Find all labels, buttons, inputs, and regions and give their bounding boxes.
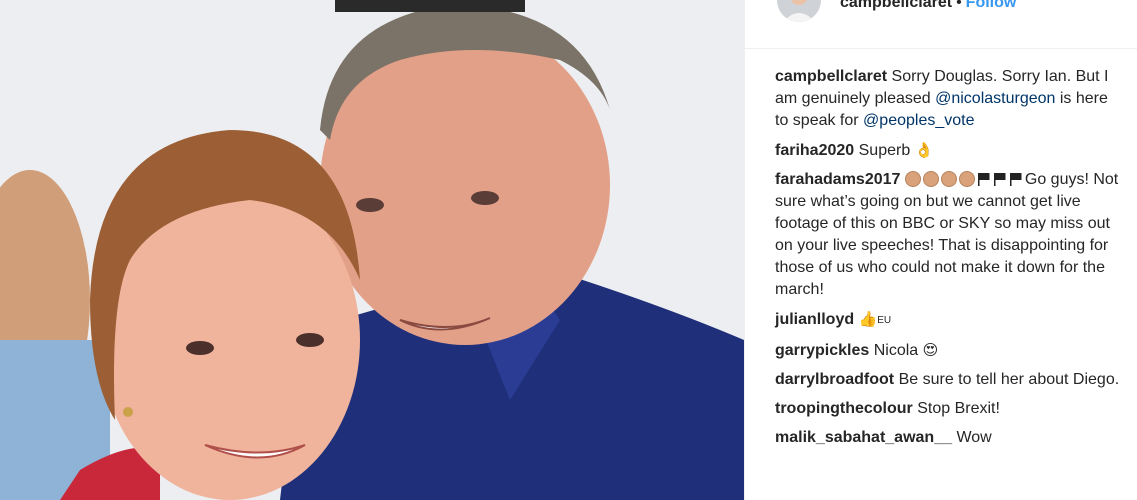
comment-text: Wow — [956, 429, 992, 446]
comment-username[interactable]: troopingthecolour — [775, 400, 913, 417]
mention-link[interactable]: @peoples_vote — [863, 112, 974, 129]
comment-emoji-group — [904, 171, 1025, 188]
comment-item: farahadams2017 Go guys! Not sure what’s … — [775, 169, 1125, 301]
comment-item: campbellclaret Sorry Douglas. Sorry Ian.… — [775, 66, 1125, 132]
comment-username[interactable]: malik_sabahat_awan__ — [775, 429, 952, 446]
post-header: campbellclaret • Follow — [745, 0, 1137, 49]
clap-icon — [958, 171, 975, 187]
post-photo[interactable] — [0, 0, 744, 500]
avatar[interactable] — [777, 0, 821, 22]
black-flag-icon — [977, 173, 990, 186]
comment-username[interactable]: garrypickles — [775, 342, 869, 359]
comment-text: Stop Brexit! — [917, 400, 1000, 417]
comment-text: Nicola — [873, 342, 919, 359]
avatar-icon — [777, 0, 821, 22]
comment-username[interactable]: farahadams2017 — [775, 171, 900, 188]
post-sidebar: campbellclaret • Follow campbellclaret Sor… — [744, 0, 1137, 500]
mention-link[interactable]: @nicolasturgeon — [935, 90, 1055, 107]
comment-text: Superb — [858, 142, 911, 159]
comment-item: darrylbroadfoot Be sure to tell her abou… — [775, 369, 1125, 391]
comment-item: julianlloyd 👍EU — [775, 308, 1125, 332]
comments-list: campbellclaret Sorry Douglas. Sorry Ian.… — [775, 66, 1125, 456]
black-flag-icon — [1009, 173, 1022, 186]
comment-username[interactable]: campbellclaret — [775, 68, 887, 85]
ok-hand-icon: 👌 — [914, 141, 934, 159]
post-photo-illustration — [0, 0, 744, 500]
thumbs-up-icon: 👍 — [858, 310, 878, 328]
comment-username[interactable]: julianlloyd — [775, 311, 854, 328]
header-separator: • — [956, 0, 962, 11]
comment-username[interactable]: fariha2020 — [775, 142, 854, 159]
follow-button[interactable]: Follow — [966, 0, 1017, 11]
comment-item: malik_sabahat_awan__ Wow — [775, 427, 1125, 449]
heart-eyes-icon: 😍 — [922, 341, 939, 359]
comment-username[interactable]: darrylbroadfoot — [775, 371, 894, 388]
clap-icon — [922, 171, 939, 187]
header-username[interactable]: campbellclaret — [840, 0, 952, 11]
clap-icon — [940, 171, 957, 187]
clap-icon — [904, 171, 921, 187]
post-header-text: campbellclaret • Follow — [840, 0, 1016, 12]
comment-text: Be sure to tell her about Diego. — [898, 371, 1120, 388]
comment-tag: EU — [877, 315, 892, 326]
black-flag-icon — [993, 173, 1006, 186]
comment-text: Go guys! Not sure what’s going on but we… — [775, 171, 1119, 298]
comment-item: fariha2020 Superb 👌 — [775, 139, 1125, 162]
comment-item: troopingthecolour Stop Brexit! — [775, 398, 1125, 420]
comment-item: garrypickles Nicola 😍 — [775, 339, 1125, 362]
